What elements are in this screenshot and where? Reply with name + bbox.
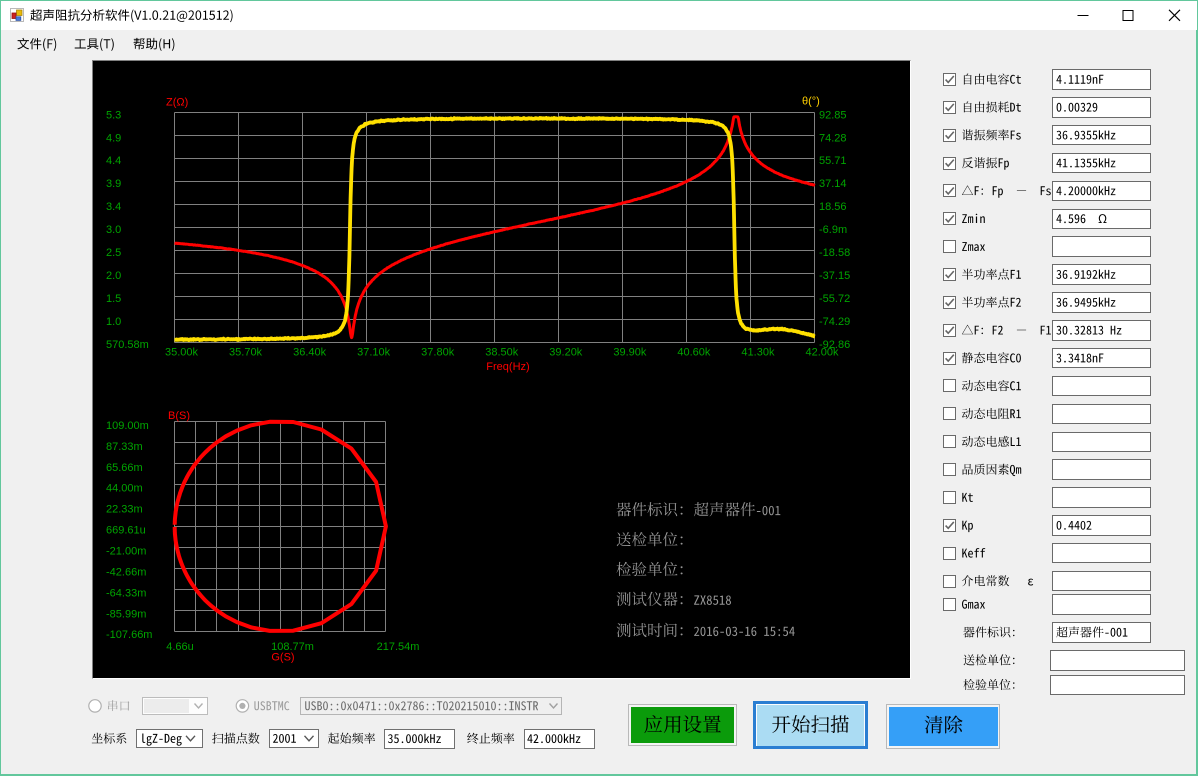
svg-text:-107.66m: -107.66m <box>106 629 152 641</box>
svg-text:-55.72: -55.72 <box>819 293 850 305</box>
svg-text:1.0: 1.0 <box>106 316 121 328</box>
svg-text:2.0: 2.0 <box>106 270 121 282</box>
svg-text:3.9: 3.9 <box>106 178 121 190</box>
svg-text:74.28: 74.28 <box>819 132 847 144</box>
svg-text:-85.99m: -85.99m <box>106 608 146 620</box>
svg-text:-21.00m: -21.00m <box>106 545 146 557</box>
svg-text:37.80k: 37.80k <box>421 347 455 359</box>
svg-text:Freq(Hz): Freq(Hz) <box>486 361 529 373</box>
svg-text:4.4: 4.4 <box>106 155 121 167</box>
svg-text:217.54m: 217.54m <box>377 641 420 653</box>
svg-text:-6.9m: -6.9m <box>819 224 847 236</box>
svg-text:-42.66m: -42.66m <box>106 566 146 578</box>
svg-text:3.4: 3.4 <box>106 201 121 213</box>
svg-text:22.33m: 22.33m <box>106 504 143 516</box>
svg-text:37.10k: 37.10k <box>357 347 391 359</box>
svg-text:G(S): G(S) <box>271 652 294 664</box>
svg-text:669.61u: 669.61u <box>106 525 146 537</box>
svg-text:87.33m: 87.33m <box>106 441 143 453</box>
svg-text:-37.15: -37.15 <box>819 270 850 282</box>
svg-text:65.66m: 65.66m <box>106 462 143 474</box>
svg-text:44.00m: 44.00m <box>106 483 143 495</box>
svg-text:-64.33m: -64.33m <box>106 587 146 599</box>
svg-text:36.40k: 36.40k <box>293 347 327 359</box>
svg-text:55.71: 55.71 <box>819 155 847 167</box>
svg-text:-74.29: -74.29 <box>819 316 850 328</box>
svg-text:3.0: 3.0 <box>106 224 121 236</box>
svg-text:109.00m: 109.00m <box>106 420 149 432</box>
svg-text:41.30k: 41.30k <box>741 347 775 359</box>
svg-text:Z(Ω): Z(Ω) <box>166 96 188 108</box>
svg-text:35.70k: 35.70k <box>229 347 263 359</box>
svg-text:1.5: 1.5 <box>106 293 121 305</box>
svg-text:108.77m: 108.77m <box>271 641 314 653</box>
svg-text:θ(°): θ(°) <box>802 95 820 107</box>
svg-text:35.00k: 35.00k <box>165 347 199 359</box>
svg-text:38.50k: 38.50k <box>485 347 519 359</box>
svg-text:42.00k: 42.00k <box>805 347 839 359</box>
svg-text:4.9: 4.9 <box>106 132 121 144</box>
svg-text:18.56: 18.56 <box>819 201 847 213</box>
svg-text:570.58m: 570.58m <box>106 339 149 351</box>
svg-text:5.3: 5.3 <box>106 109 121 121</box>
svg-text:-18.58: -18.58 <box>819 247 850 259</box>
svg-text:37.14: 37.14 <box>819 178 847 190</box>
svg-text:2.5: 2.5 <box>106 247 121 259</box>
svg-text:40.60k: 40.60k <box>677 347 711 359</box>
svg-text:4.66u: 4.66u <box>166 641 194 653</box>
svg-text:B(S): B(S) <box>168 410 190 422</box>
svg-text:39.20k: 39.20k <box>549 347 583 359</box>
svg-text:39.90k: 39.90k <box>613 347 647 359</box>
svg-text:92.85: 92.85 <box>819 109 847 121</box>
